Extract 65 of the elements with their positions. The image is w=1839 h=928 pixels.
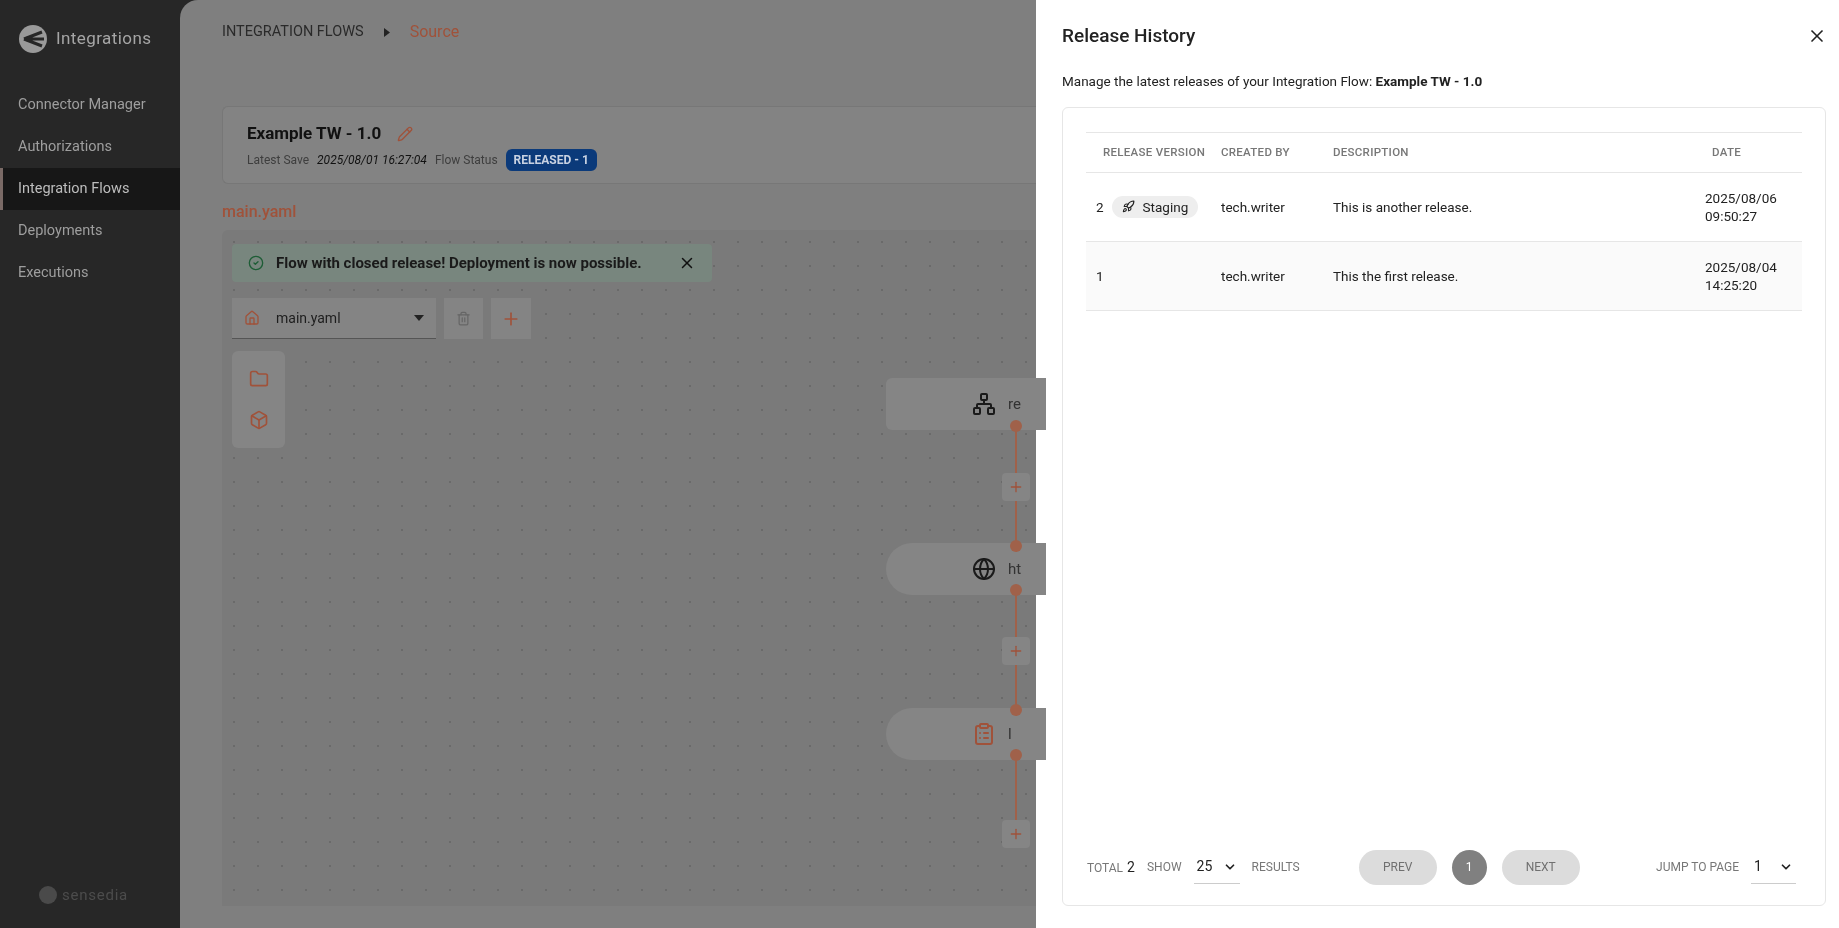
page-size-select[interactable]: 25	[1193, 850, 1240, 885]
toast-message: Flow with closed release! Deployment is now possible.	[276, 252, 642, 274]
jump-to-page-label: JUMP TO PAGE	[1656, 859, 1739, 877]
flow-name: Example TW - 1.0	[247, 122, 382, 145]
breadcrumb-link[interactable]: INTEGRATION FLOWS	[222, 21, 364, 43]
edit-icon[interactable]	[397, 125, 414, 142]
network-icon	[972, 392, 996, 416]
latest-save-time: 2025/08/01 16:27:04	[317, 151, 427, 169]
drawer-title: Release History	[1062, 23, 1196, 49]
caret-icon	[383, 27, 390, 37]
sidebar-item[interactable]: Executions	[0, 252, 180, 294]
table-row[interactable]: 1 tech.writer This the first release. 2025/08/04 14:25:20	[1086, 241, 1802, 311]
plus-icon	[1008, 643, 1024, 659]
total-label: TOTAL	[1087, 859, 1124, 877]
status-badge: RELEASED - 1	[505, 148, 597, 171]
environment-badge: Staging	[1111, 195, 1199, 218]
column-header: DESCRIPTION	[1333, 143, 1410, 161]
page-button[interactable]: 1	[1451, 849, 1487, 885]
sidebar-item[interactable]: Authorizations	[0, 126, 180, 168]
release-version: 1	[1096, 266, 1104, 286]
rocket-icon	[1121, 200, 1135, 214]
total-count: 2	[1127, 857, 1135, 877]
flow-node[interactable]: re	[886, 378, 1046, 430]
drawer-subtitle: Manage the latest releases of your Integration Flow: Example TW - 1.0	[1062, 71, 1484, 91]
column-header: CREATED BY	[1221, 143, 1291, 161]
latest-save-label: Latest Save	[247, 151, 310, 169]
sidebar-item[interactable]: Connector Manager	[0, 84, 180, 126]
cube-icon[interactable]	[248, 409, 269, 430]
folder-icon[interactable]	[248, 369, 269, 390]
add-step-button[interactable]	[1002, 637, 1030, 665]
globe-icon	[972, 557, 996, 581]
description: This is another release.	[1333, 197, 1474, 217]
jump-page-select[interactable]: 1	[1751, 850, 1796, 885]
description: This the first release.	[1333, 266, 1460, 286]
logo-icon	[18, 24, 48, 54]
trash-icon	[456, 311, 471, 326]
add-step-button[interactable]	[1002, 473, 1030, 501]
flow-status-label: Flow Status	[434, 151, 498, 169]
column-header: DATE	[1711, 143, 1742, 161]
created-by: tech.writer	[1221, 197, 1286, 217]
sidebar-item[interactable]: Deployments	[0, 210, 180, 252]
add-step-button[interactable]	[1002, 820, 1030, 848]
flow-node[interactable]: ht	[886, 543, 1046, 595]
created-by: tech.writer	[1221, 266, 1286, 286]
check-circle-icon	[248, 255, 264, 271]
release-date: 2025/08/06 09:50:27	[1705, 188, 1778, 225]
add-button[interactable]	[491, 298, 531, 339]
plus-icon	[1008, 826, 1024, 842]
home-icon	[244, 310, 260, 326]
caret-icon	[414, 315, 424, 321]
column-header: RELEASE VERSION	[1102, 143, 1207, 161]
sidebar-item[interactable]: Integration Flows	[0, 168, 180, 210]
delete-button[interactable]	[444, 298, 483, 339]
plus-icon	[1008, 479, 1024, 495]
release-version: 2	[1096, 197, 1104, 217]
release-date: 2025/08/04 14:25:20	[1705, 257, 1778, 294]
flow-node[interactable]: l	[886, 708, 1046, 760]
brand-name: Integrations	[56, 27, 152, 51]
results-label: RESULTS	[1251, 859, 1300, 877]
file-select[interactable]: main.yaml	[232, 298, 436, 339]
breadcrumb-current: Source	[409, 21, 460, 43]
clipboard-icon	[972, 722, 996, 746]
logo-icon	[38, 884, 58, 905]
show-label: SHOW	[1146, 859, 1182, 877]
file-label: main.yaml	[222, 201, 298, 223]
